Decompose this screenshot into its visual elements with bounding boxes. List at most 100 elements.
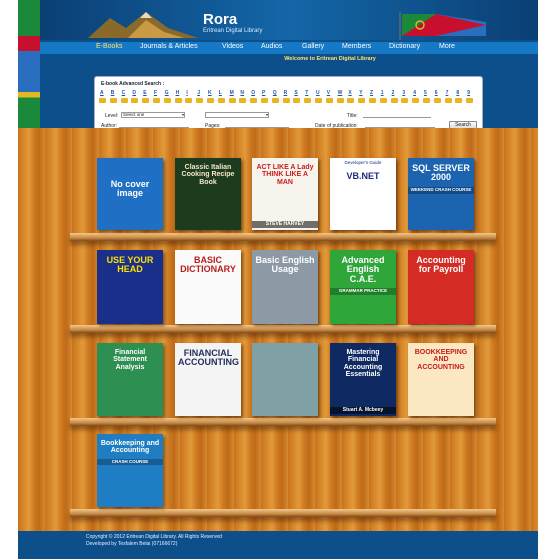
letter-tab[interactable] <box>401 98 409 103</box>
letter-tab[interactable] <box>120 98 128 103</box>
letter-tab[interactable] <box>163 98 171 103</box>
book-cover[interactable]: No cover image <box>97 158 163 230</box>
book-subtitle: WEEKEND CRASH COURSE <box>408 186 474 194</box>
letter-tab[interactable] <box>358 98 366 103</box>
book-cover[interactable] <box>252 343 318 416</box>
letter-tab[interactable] <box>444 98 452 103</box>
book-cover[interactable]: FINANCIAL ACCOUNTING <box>175 343 241 416</box>
letter-tab[interactable] <box>423 98 430 103</box>
letter-link[interactable]: 8 <box>456 90 459 96</box>
letter-tab[interactable] <box>153 98 160 103</box>
letter-tab[interactable] <box>369 98 376 103</box>
nav-journals-articles[interactable]: Journals & Articles <box>140 43 198 50</box>
nav-members[interactable]: Members <box>342 43 371 50</box>
letter-tab[interactable] <box>315 98 322 103</box>
letter-tab[interactable] <box>196 98 204 103</box>
letter-tab[interactable] <box>228 98 236 103</box>
letter-tab[interactable] <box>271 98 279 103</box>
book-cover[interactable]: USE YOUR HEAD <box>97 250 163 324</box>
letter-link[interactable]: E <box>143 90 146 96</box>
letter-tab[interactable] <box>282 98 290 103</box>
letter-link[interactable]: G <box>165 90 169 96</box>
letter-tab[interactable] <box>347 98 355 103</box>
letter-tab[interactable] <box>325 98 333 103</box>
letter-link[interactable]: 5 <box>424 90 427 96</box>
nav-audios[interactable]: Audios <box>261 43 282 50</box>
letter-link[interactable]: F <box>154 90 157 96</box>
letter-tab[interactable] <box>466 98 474 103</box>
nav-ebooks[interactable]: E-Books <box>96 43 122 50</box>
letter-tab[interactable] <box>390 98 398 103</box>
letter-tab[interactable] <box>174 98 182 103</box>
letter-link[interactable]: P <box>262 90 265 96</box>
book-cover[interactable]: Bookkeeping and Accounting CRASH COURSE <box>97 434 163 507</box>
letter-tab[interactable] <box>207 98 214 103</box>
letter-tab[interactable] <box>336 98 344 103</box>
letter-link[interactable]: C <box>122 90 126 96</box>
letter-link[interactable]: 2 <box>392 90 395 96</box>
nav-dictionary[interactable]: Dictionary <box>389 43 420 50</box>
letter-tab[interactable] <box>217 98 225 103</box>
letter-tab[interactable] <box>239 98 247 103</box>
letter-link[interactable]: A <box>100 90 104 96</box>
book-cover[interactable]: Financial Statement Analysis <box>97 343 163 416</box>
letter-link[interactable]: Y <box>359 90 362 96</box>
book-cover[interactable]: SQL SERVER 2000 WEEKEND CRASH COURSE <box>408 158 474 230</box>
book-cover[interactable]: Basic English Usage <box>252 250 318 324</box>
letter-tab[interactable] <box>109 98 117 103</box>
letter-link[interactable]: 6 <box>435 90 438 96</box>
letter-tab[interactable] <box>455 98 463 103</box>
letter-link[interactable]: O <box>251 90 255 96</box>
letter-tab[interactable] <box>304 98 312 103</box>
book-cover[interactable]: Advanced English C.A.E. GRAMMAR PRACTICE <box>330 250 396 324</box>
letter-tab[interactable] <box>185 98 193 103</box>
letter-tab[interactable] <box>131 98 139 103</box>
letter-tab[interactable] <box>412 98 420 103</box>
nav-videos[interactable]: Videos <box>222 43 243 50</box>
letter-link[interactable]: D <box>132 90 136 96</box>
letter-tab[interactable] <box>293 98 301 103</box>
letter-link[interactable]: I <box>186 90 187 96</box>
nav-gallery[interactable]: Gallery <box>302 43 324 50</box>
letter-link[interactable]: 1 <box>381 90 384 96</box>
letter-link[interactable]: Z <box>370 90 373 96</box>
letter-link[interactable]: 9 <box>467 90 470 96</box>
book-cover[interactable]: ACT LIKE A Lady THINK LIKE A MAN STEVE HA… <box>252 158 318 230</box>
level-select[interactable]: Select one ▾ <box>121 112 185 118</box>
letter-tab[interactable] <box>379 98 387 103</box>
letter-link[interactable]: V <box>327 90 330 96</box>
title-input[interactable] <box>363 113 431 118</box>
letter-link[interactable]: W <box>338 90 343 96</box>
letter-link[interactable]: K <box>208 90 212 96</box>
letter-tab[interactable] <box>250 98 258 103</box>
eritrea-flag-icon <box>399 12 486 40</box>
letter-link[interactable]: B <box>111 90 115 96</box>
letter-link[interactable]: J <box>197 90 200 96</box>
book-cover[interactable]: Classic Italian Cooking Recipe Book <box>175 158 241 230</box>
letter-link[interactable]: N <box>240 90 244 96</box>
letter-link[interactable]: S <box>294 90 297 96</box>
nav-more[interactable]: More <box>439 43 455 50</box>
sublevel-select[interactable]: ▾ <box>205 112 269 118</box>
letter-link[interactable]: R <box>284 90 288 96</box>
letter-link[interactable]: Q <box>273 90 277 96</box>
letter-link[interactable]: 4 <box>413 90 416 96</box>
letter-link[interactable]: 7 <box>446 90 449 96</box>
letter-link[interactable]: X <box>348 90 351 96</box>
letter-tab[interactable] <box>99 98 106 103</box>
book-cover[interactable]: Accounting for Payroll <box>408 250 474 324</box>
book-cover[interactable]: BASIC DICTIONARY <box>175 250 241 324</box>
letter-tab[interactable] <box>142 98 150 103</box>
letter-link[interactable]: T <box>305 90 308 96</box>
book-cover[interactable]: Developer's Guide VB.NET <box>330 158 396 230</box>
letter-tab[interactable] <box>433 98 441 103</box>
letter-tab[interactable] <box>261 98 268 103</box>
letter-link[interactable]: U <box>316 90 320 96</box>
book-cover[interactable]: Mastering Financial Accounting Essential… <box>330 343 396 416</box>
letter-link[interactable]: M <box>230 90 234 96</box>
letter-link[interactable]: H <box>176 90 180 96</box>
letter-link[interactable]: L <box>219 90 222 96</box>
site-subtitle: Eritrean Digital Library <box>203 28 263 34</box>
book-cover[interactable]: BOOKKEEPING AND ACCOUNTING <box>408 343 474 416</box>
letter-link[interactable]: 3 <box>402 90 405 96</box>
